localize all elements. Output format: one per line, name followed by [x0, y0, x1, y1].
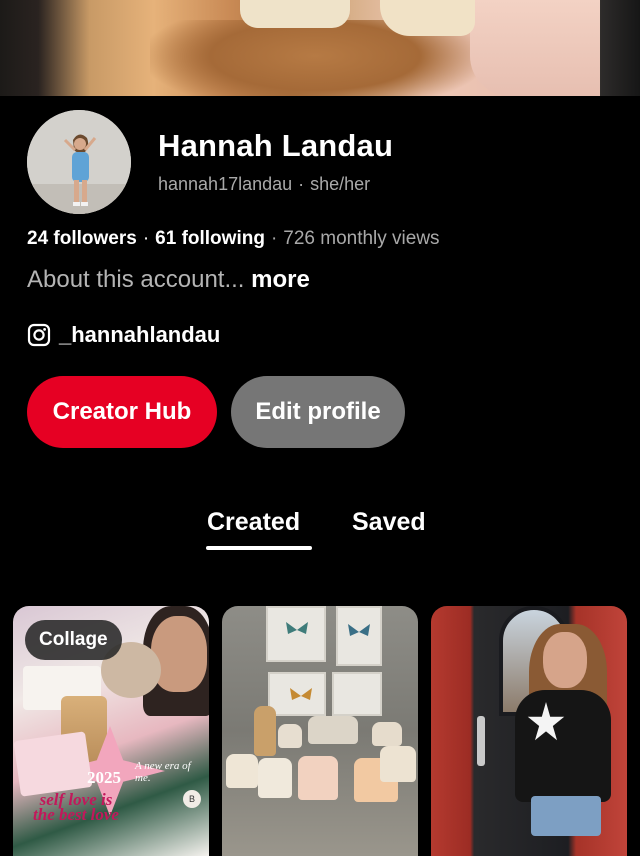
- pin-card-portrait[interactable]: [431, 606, 627, 856]
- profile-avatar[interactable]: [27, 110, 131, 214]
- collage-quote: self love is the best love: [33, 790, 119, 824]
- about-text: About this account...: [27, 266, 245, 293]
- pin-card-candles[interactable]: [222, 606, 418, 856]
- instagram-link[interactable]: _hannahlandau: [27, 322, 220, 348]
- following-link[interactable]: 61 following: [155, 228, 265, 249]
- username: hannah17landau: [158, 174, 293, 194]
- tab-saved[interactable]: Saved: [352, 508, 426, 537]
- pin-card-collage[interactable]: A new era of me. 2025 self love is the b…: [13, 606, 209, 856]
- edit-profile-button[interactable]: Edit profile: [231, 376, 405, 448]
- instagram-handle: _hannahlandau: [59, 322, 221, 347]
- profile-name: Hannah Landau: [158, 128, 394, 163]
- tab-created[interactable]: Created: [207, 508, 300, 537]
- instagram-icon: [27, 323, 51, 347]
- about-more-link[interactable]: more: [251, 266, 310, 293]
- separator: ·: [298, 174, 305, 194]
- about-section: About this account... more: [27, 266, 310, 294]
- pronouns: she/her: [310, 174, 371, 194]
- profile-tabs: Created Saved: [0, 508, 640, 556]
- collage-badge: Collage: [25, 620, 122, 660]
- creator-hub-button[interactable]: Creator Hub: [27, 376, 217, 448]
- profile-handle-row: hannah17landau · she/her: [158, 174, 370, 195]
- active-tab-indicator: [206, 546, 312, 550]
- profile-stats: 24 followers · 61 following · 726 monthly vi…: [27, 228, 440, 250]
- followers-link[interactable]: 24 followers: [27, 228, 137, 249]
- pin-grid: A new era of me. 2025 self love is the b…: [0, 606, 640, 856]
- separator: ·: [142, 228, 150, 249]
- cover-image: [0, 0, 640, 96]
- collage-caption: A new era of me.: [135, 760, 191, 784]
- monthly-views: 726 monthly views: [283, 228, 440, 249]
- collage-year: 2025: [87, 768, 121, 787]
- collage-b-mark: B: [183, 790, 201, 808]
- separator: ·: [270, 228, 278, 249]
